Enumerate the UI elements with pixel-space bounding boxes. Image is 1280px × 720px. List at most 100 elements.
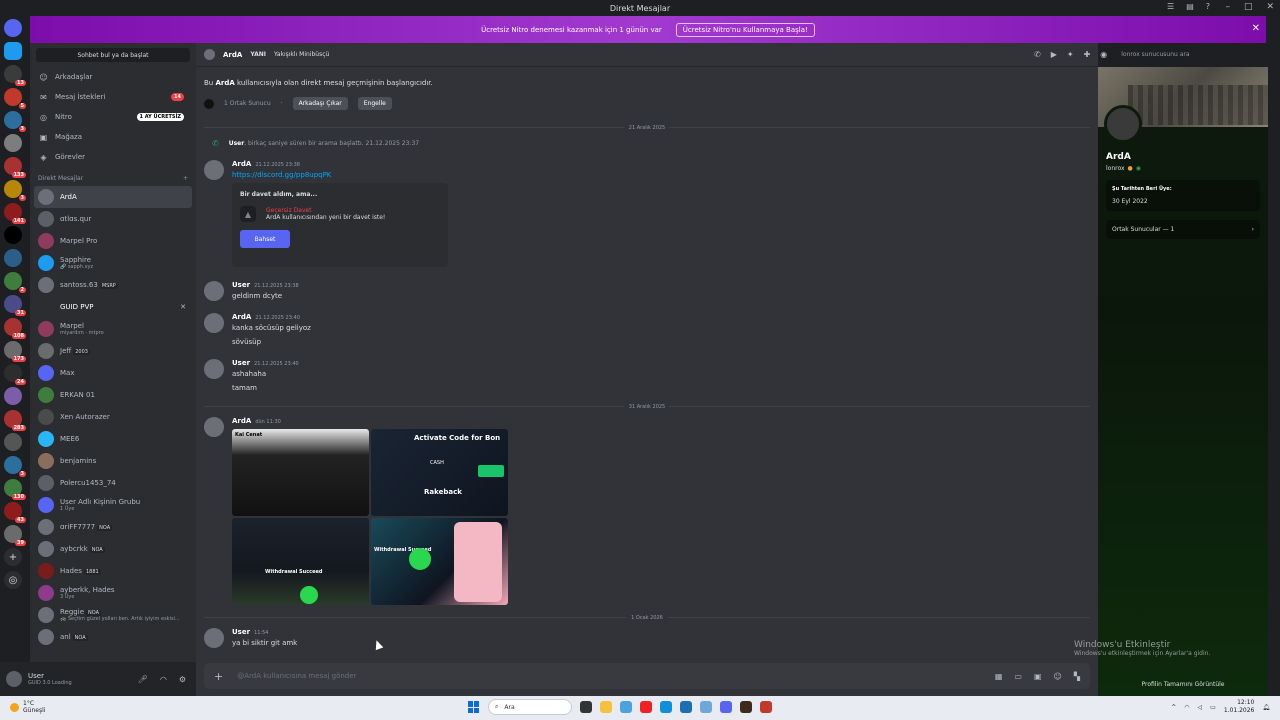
server-icon[interactable]: 3 (4, 456, 26, 477)
block-button[interactable]: Engelle (357, 97, 392, 110)
mention-button[interactable]: Bahset (240, 230, 290, 248)
maximize-icon[interactable]: □ (1244, 2, 1253, 12)
wifi-icon[interactable]: ◠ (1184, 704, 1189, 711)
minimize-icon[interactable]: – (1225, 2, 1230, 12)
nitro-banner-cta[interactable]: Ücretsiz Nitro'nu Kullanmaya Başla! (675, 22, 815, 37)
headphones-icon[interactable]: ◠ (160, 675, 167, 684)
server-icon[interactable] (4, 226, 22, 244)
phone-icon[interactable]: ✆ (1034, 50, 1041, 59)
dm-item[interactable]: MEE6 (30, 428, 196, 450)
server-icon[interactable]: 283 (4, 410, 26, 431)
mutual-servers-count[interactable]: 1 Ortak Sunucu (224, 100, 271, 107)
server-icon[interactable] (4, 249, 22, 267)
dm-item[interactable]: Polercu1453_74 (30, 472, 196, 494)
chat-search-input[interactable]: lonrox sunucusunu ara (1117, 48, 1244, 61)
message-author[interactable]: ArdA (232, 417, 251, 425)
gift-icon[interactable]: ▦ (995, 672, 1003, 681)
mutual-servers-card[interactable]: Ortak Sunucular — 1 › (1106, 220, 1260, 239)
avatar[interactable] (1104, 105, 1142, 143)
profile-icon[interactable]: ◉ (1100, 50, 1107, 59)
dm-item[interactable]: ERKAN 01 (30, 384, 196, 406)
dm-item[interactable]: Jeff 2003 (30, 340, 196, 362)
discord-icon[interactable] (720, 701, 732, 713)
gif-icon[interactable]: ▭ (1014, 672, 1022, 681)
settings-icon[interactable] (700, 701, 712, 713)
image-attachment[interactable]: Withdrawal Succeed (371, 518, 508, 605)
edge-icon[interactable] (660, 701, 672, 713)
copilot-icon[interactable] (620, 701, 632, 713)
dm-item[interactable]: anl NOA (30, 626, 196, 648)
weather-widget[interactable]: 1°C Güneşli (10, 700, 45, 714)
dm-item[interactable]: Hades 1881 (30, 560, 196, 582)
sidebar-item-friends[interactable]: ☺ Arkadaşlar (30, 67, 196, 87)
volume-icon[interactable]: ◁ (1198, 704, 1203, 711)
microphone-icon[interactable]: 🎤︎ (138, 675, 148, 684)
sticker-icon[interactable]: ▣ (1034, 672, 1042, 681)
dm-item[interactable]: Marpel Pro (30, 230, 196, 252)
message-author[interactable]: User (232, 281, 250, 289)
server-icon[interactable] (4, 134, 22, 152)
server-icon[interactable] (4, 42, 22, 60)
server-icon[interactable]: 13 (4, 65, 26, 86)
task-view-icon[interactable] (580, 701, 592, 713)
server-icon[interactable]: 39 (4, 525, 26, 546)
clock[interactable]: 12:10 1.01.2026 (1224, 699, 1255, 715)
store-icon[interactable] (680, 701, 692, 713)
dm-search-input[interactable]: Sohbet bul ya da başlat (36, 48, 190, 62)
avatar[interactable] (204, 417, 224, 437)
message-icon[interactable]: ▤ (1186, 2, 1194, 11)
server-icon[interactable]: 173 (4, 341, 26, 362)
file-explorer-icon[interactable] (600, 701, 612, 713)
taskbar-search[interactable]: ⌕ Ara (488, 699, 572, 715)
add-server-icon[interactable]: + (4, 548, 22, 566)
dm-item[interactable]: Sapphire 🔗 sapph.xyz (30, 252, 196, 274)
avatar[interactable] (204, 281, 224, 301)
add-friend-icon[interactable]: ✚ (1084, 50, 1091, 59)
inbox-icon[interactable]: ☰ (1167, 2, 1174, 11)
dm-item[interactable]: ayberkk, Hades 3 Üye (30, 582, 196, 604)
server-icon[interactable] (4, 387, 22, 405)
dm-item[interactable]: ɑriFF7777 NOA (30, 516, 196, 538)
pin-icon[interactable]: ✦ (1067, 50, 1074, 59)
server-icon[interactable]: 31 (4, 295, 26, 316)
opera-icon[interactable] (640, 701, 652, 713)
windows-start-icon[interactable] (468, 701, 480, 713)
image-attachment[interactable]: Withdrawal Succeed (232, 518, 369, 605)
add-dm-icon[interactable]: + (183, 175, 188, 182)
server-icon[interactable]: 133 (4, 157, 26, 178)
sidebar-item-shop[interactable]: ▣ Mağaza (30, 127, 196, 147)
close-window-icon[interactable]: ✕ (1266, 2, 1274, 12)
message-author[interactable]: ArdA (232, 160, 251, 168)
message-author[interactable]: ArdA (232, 313, 251, 321)
dm-item[interactable]: Marpel miyardım - mtpro (30, 318, 196, 340)
apps-icon[interactable]: ▚ (1074, 672, 1080, 681)
dm-item[interactable]: Reggie NOA 🚓 Seçtim güzel yolları ben. Art… (30, 604, 196, 626)
sidebar-item-quests[interactable]: ◈ Görevler (30, 147, 196, 167)
settings-gear-icon[interactable]: ⚙ (179, 675, 186, 684)
image-attachment[interactable]: Kai Cenat (232, 429, 369, 516)
server-icon[interactable]: 108 (4, 318, 26, 339)
dm-item[interactable]: aybcrkk NOA (30, 538, 196, 560)
help-icon[interactable]: ? (1206, 2, 1210, 11)
app-icon[interactable] (760, 701, 772, 713)
message-author[interactable]: User (232, 628, 250, 636)
message-author[interactable]: User (232, 359, 250, 367)
avatar[interactable] (6, 671, 22, 687)
minecraft-icon[interactable] (740, 701, 752, 713)
dm-item[interactable]: benjamins (30, 450, 196, 472)
close-dm-icon[interactable]: ✕ (180, 303, 186, 311)
message-link[interactable]: https://discord.gg/pp8upqPK (232, 171, 448, 179)
server-icon[interactable]: 3 (4, 180, 26, 201)
server-icon[interactable]: 130 (4, 479, 26, 500)
add-attachment-icon[interactable]: + (214, 670, 223, 683)
remove-friend-button[interactable]: Arkadaşı Çıkar (292, 97, 348, 110)
avatar[interactable] (204, 628, 224, 648)
server-icon[interactable] (4, 19, 22, 37)
chevron-up-icon[interactable]: ^ (1171, 704, 1176, 711)
sidebar-item-envelope[interactable]: ✉ Mesaj İstekleri 14 (30, 87, 196, 107)
server-icon[interactable] (4, 433, 22, 451)
dm-item[interactable]: Max (30, 362, 196, 384)
dm-item[interactable]: ɑtlɑs.ɋur (30, 208, 196, 230)
server-icon[interactable]: 141 (4, 203, 26, 224)
view-full-profile-link[interactable]: Profilin Tamamını Görüntüle (1098, 681, 1268, 688)
